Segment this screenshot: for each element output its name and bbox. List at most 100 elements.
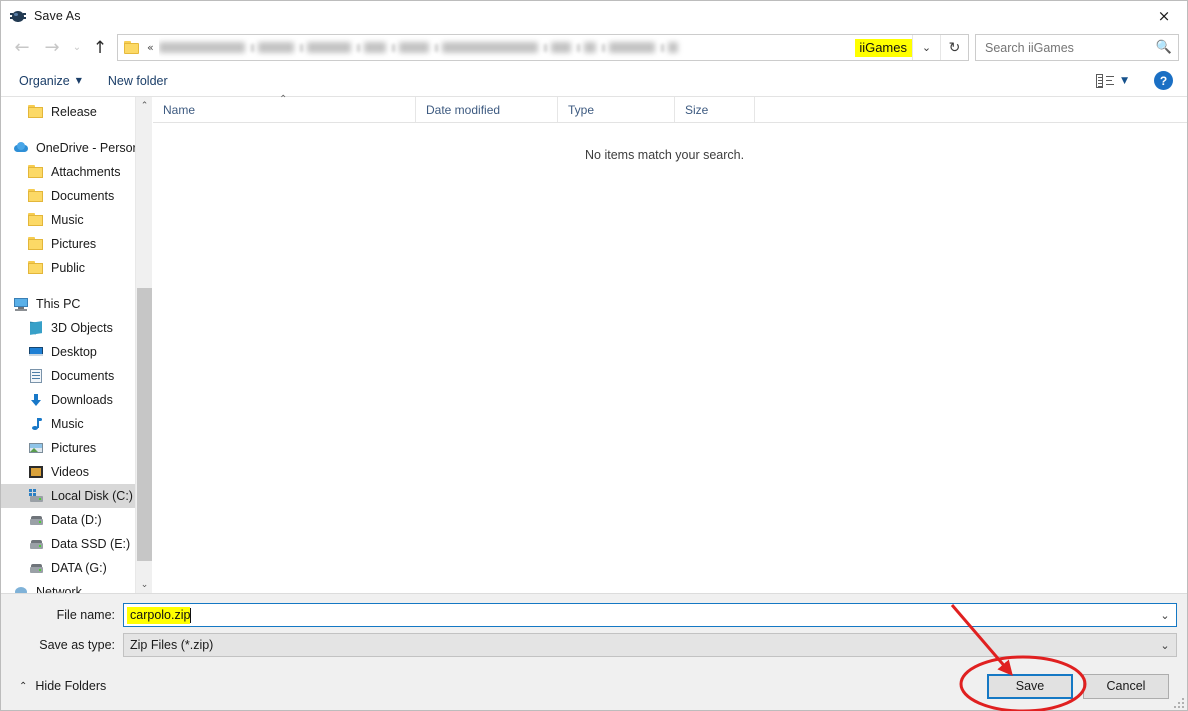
sidebar-item-label: Videos bbox=[51, 465, 89, 479]
sidebar-item-pictures[interactable]: Pictures bbox=[1, 232, 152, 256]
sidebar-item-music[interactable]: Music bbox=[1, 208, 152, 232]
sidebar-item-documents[interactable]: Documents bbox=[1, 364, 152, 388]
sidebar-item-3d-objects[interactable]: 3D Objects bbox=[1, 316, 152, 340]
recent-locations-button[interactable]: ⌄ bbox=[67, 34, 87, 62]
sidebar-scrollbar[interactable]: ⌃ ⌄ bbox=[135, 97, 152, 593]
sidebar-item-local-disk-c[interactable]: Local Disk (C:) bbox=[1, 484, 152, 508]
back-button[interactable]: ← bbox=[7, 34, 37, 62]
resize-grip[interactable] bbox=[1172, 696, 1184, 708]
breadcrumb-segment-redacted[interactable] bbox=[441, 42, 538, 53]
breadcrumb-separator bbox=[299, 43, 303, 52]
sidebar-item-label: Downloads bbox=[51, 393, 113, 407]
sidebar-item-music[interactable]: Music bbox=[1, 412, 152, 436]
column-header-date-modified[interactable]: Date modified bbox=[416, 97, 558, 122]
chevron-down-icon[interactable]: ⌄ bbox=[1154, 634, 1176, 656]
sidebar-item-videos[interactable]: Videos bbox=[1, 460, 152, 484]
breadcrumb-separator bbox=[601, 43, 605, 52]
sidebar-item-desktop[interactable]: Desktop bbox=[1, 340, 152, 364]
folder-icon bbox=[124, 40, 141, 55]
sidebar-item-pictures[interactable]: Pictures bbox=[1, 436, 152, 460]
path-overflow-icon[interactable]: « bbox=[147, 41, 154, 54]
sidebar-item-label: Documents bbox=[51, 369, 115, 383]
folder-icon bbox=[28, 260, 44, 276]
savetype-row: Save as type: Zip Files (*.zip) ⌄ bbox=[1, 632, 1187, 658]
sidebar-item-public[interactable]: Public bbox=[1, 256, 152, 280]
savetype-select[interactable]: Zip Files (*.zip) ⌄ bbox=[123, 633, 1177, 657]
breadcrumb-segment-redacted[interactable] bbox=[257, 42, 294, 53]
app-bug-icon bbox=[10, 8, 26, 24]
sidebar-item-label: OneDrive - Persor bbox=[36, 141, 137, 155]
filename-input[interactable]: carpolo.zip ⌄ bbox=[123, 603, 1177, 627]
search-icon[interactable]: 🔍 bbox=[1156, 40, 1172, 55]
breadcrumb-separator bbox=[356, 43, 360, 52]
column-header-size[interactable]: Size bbox=[675, 97, 755, 122]
organize-label: Organize bbox=[19, 73, 70, 88]
breadcrumb-separator bbox=[576, 43, 580, 52]
sidebar-item-attachments[interactable]: Attachments bbox=[1, 160, 152, 184]
sidebar-item-label: Pictures bbox=[51, 237, 97, 251]
breadcrumb-segment-redacted[interactable] bbox=[583, 42, 596, 53]
filename-label: File name: bbox=[56, 608, 115, 622]
sidebar-item-data-d[interactable]: Data (D:) bbox=[1, 508, 152, 532]
new-folder-button[interactable]: New folder bbox=[108, 74, 168, 88]
forward-button[interactable]: → bbox=[37, 34, 67, 62]
sidebar-item-label: This PC bbox=[36, 297, 81, 311]
column-header-type[interactable]: Type bbox=[558, 97, 675, 122]
breadcrumb-segment-redacted[interactable] bbox=[158, 42, 245, 53]
hide-folders-label: Hide Folders bbox=[35, 679, 107, 693]
sidebar-item-network[interactable]: Network bbox=[1, 580, 152, 593]
folder-icon bbox=[28, 164, 44, 180]
disk-c-icon bbox=[28, 488, 44, 504]
scroll-down-icon[interactable]: ⌄ bbox=[136, 576, 152, 593]
breadcrumb-segment-redacted[interactable] bbox=[550, 42, 571, 53]
folder-icon bbox=[28, 188, 44, 204]
save-button[interactable]: Save bbox=[987, 673, 1073, 699]
chevron-down-icon[interactable]: ▼ bbox=[1121, 76, 1128, 86]
text-cursor bbox=[190, 607, 192, 623]
chevron-down-icon[interactable]: ⌄ bbox=[912, 35, 940, 60]
drive-icon bbox=[28, 560, 44, 576]
sidebar-item-downloads[interactable]: Downloads bbox=[1, 388, 152, 412]
sidebar-item-this-pc[interactable]: This PC bbox=[1, 292, 152, 316]
sidebar-item-onedrive-persor[interactable]: OneDrive - Persor bbox=[1, 136, 152, 160]
list-view-icon[interactable] bbox=[1096, 73, 1115, 88]
chevron-up-icon: ⌃ bbox=[19, 680, 28, 692]
sidebar-item-label: Release bbox=[51, 105, 97, 119]
breadcrumb-segment-redacted[interactable] bbox=[363, 42, 386, 53]
navigation-tree[interactable]: Release OneDrive - Persor Attachments Docum… bbox=[1, 97, 153, 593]
refresh-icon[interactable]: ↻ bbox=[940, 35, 968, 60]
column-header-name[interactable]: Name ⌃ bbox=[153, 94, 416, 122]
sidebar-item-data-ssd-e[interactable]: Data SSD (E:) bbox=[1, 532, 152, 556]
sidebar-item-documents[interactable]: Documents bbox=[1, 184, 152, 208]
breadcrumb-segment-redacted[interactable] bbox=[398, 42, 429, 53]
breadcrumb-segment-redacted[interactable] bbox=[608, 42, 655, 53]
cloud-icon bbox=[13, 140, 29, 156]
breadcrumb-separator bbox=[660, 43, 664, 52]
breadcrumb-redacted[interactable] bbox=[158, 35, 850, 60]
breadcrumb-segment-redacted[interactable] bbox=[667, 42, 678, 53]
picture-icon bbox=[28, 440, 44, 456]
breadcrumb-current-folder[interactable]: iiGames bbox=[855, 38, 912, 57]
search-box[interactable]: 🔍 bbox=[975, 34, 1179, 61]
close-icon[interactable]: × bbox=[1141, 1, 1187, 30]
column-headers: Name ⌃ Date modified Type Size bbox=[153, 94, 1187, 123]
organize-button[interactable]: Organize ▼ bbox=[19, 74, 82, 88]
sidebar-item-data-g[interactable]: DATA (G:) bbox=[1, 556, 152, 580]
breadcrumb-separator bbox=[543, 43, 547, 52]
scrollbar-thumb[interactable] bbox=[137, 288, 152, 561]
scroll-up-icon[interactable]: ⌃ bbox=[136, 97, 152, 114]
cancel-button[interactable]: Cancel bbox=[1083, 673, 1169, 699]
hide-folders-button[interactable]: ⌃ Hide Folders bbox=[19, 679, 106, 693]
search-input[interactable] bbox=[985, 40, 1156, 55]
sidebar-item-label: Network bbox=[36, 585, 82, 593]
breadcrumb-segment-redacted[interactable] bbox=[306, 42, 351, 53]
column-label: Type bbox=[568, 102, 595, 117]
folder-icon bbox=[28, 236, 44, 252]
address-bar[interactable]: « iiGames ⌄ ↻ bbox=[117, 34, 969, 61]
chevron-down-icon[interactable]: ⌄ bbox=[1154, 604, 1176, 626]
sidebar-item-release[interactable]: Release bbox=[1, 100, 152, 124]
command-toolbar: Organize ▼ New folder ▼ ? bbox=[1, 65, 1187, 97]
up-one-level-button[interactable]: ↑ bbox=[87, 34, 113, 62]
help-button[interactable]: ? bbox=[1154, 71, 1173, 90]
sidebar-item-label: 3D Objects bbox=[51, 321, 113, 335]
